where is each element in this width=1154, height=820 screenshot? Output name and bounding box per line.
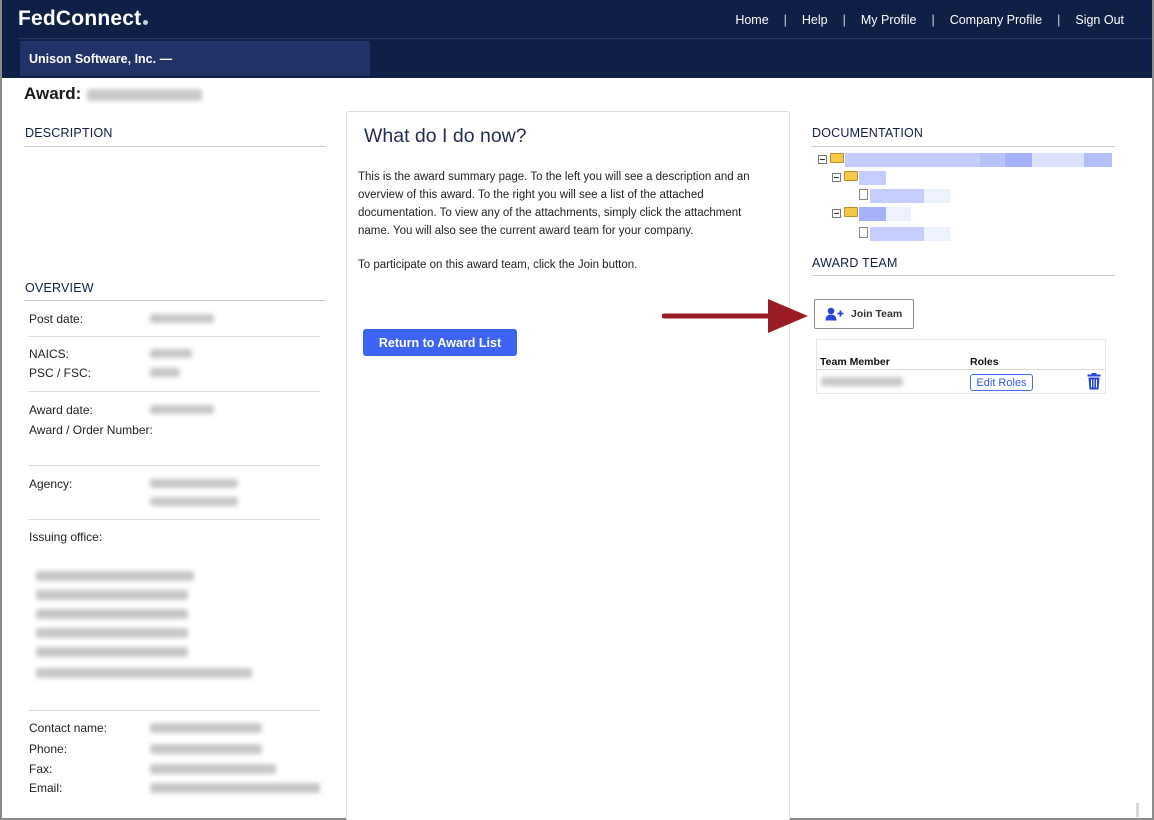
tree-node-redacted xyxy=(1084,153,1112,167)
email-label: Email: xyxy=(29,781,63,795)
tree-leaf-redacted xyxy=(924,189,950,203)
naics-label: NAICS: xyxy=(29,347,70,361)
document-icon xyxy=(859,189,868,200)
folder-icon xyxy=(844,171,858,181)
post-date-value-redacted xyxy=(150,314,214,323)
minus-box-icon[interactable] xyxy=(832,209,841,218)
fedconnect-logo[interactable]: FedConnect xyxy=(18,7,149,31)
column-header-team-member: Team Member xyxy=(820,356,890,368)
tree-node-redacted xyxy=(1005,153,1032,167)
phone-label: Phone: xyxy=(29,742,68,756)
documentation-heading: DOCUMENTATION xyxy=(812,126,924,140)
overview-rule xyxy=(24,300,326,301)
tree-node-redacted xyxy=(980,153,1005,167)
table-header-divider xyxy=(817,369,1105,370)
phone-redacted xyxy=(150,744,262,754)
tree-leaf-redacted[interactable] xyxy=(870,227,924,241)
divider xyxy=(28,519,320,520)
post-date-label: Post date: xyxy=(29,312,84,326)
nav-help[interactable]: Help xyxy=(802,13,828,27)
contact-name-redacted xyxy=(150,723,262,733)
naics-value-redacted xyxy=(150,349,192,358)
award-date-label: Award date: xyxy=(29,403,93,417)
tree-node-redacted xyxy=(1032,153,1084,167)
edit-roles-button[interactable]: Edit Roles xyxy=(970,374,1033,391)
award-team-rule xyxy=(812,275,1115,276)
tree-node-redacted[interactable] xyxy=(859,207,886,221)
psc-fsc-label: PSC / FSC: xyxy=(29,366,92,380)
help-title: What do I do now? xyxy=(364,125,527,147)
issuing-office-line-redacted xyxy=(36,590,188,600)
divider xyxy=(28,465,320,466)
award-id-redacted xyxy=(87,88,203,101)
top-nav: Home | Help | My Profile | Company Profi… xyxy=(735,13,1124,27)
logo-text: FedConnect xyxy=(18,7,142,30)
tree-node-redacted xyxy=(886,207,911,221)
join-team-button[interactable]: Join Team xyxy=(814,299,914,329)
description-rule xyxy=(24,146,326,147)
nav-separator: | xyxy=(783,13,787,27)
divider xyxy=(28,391,320,392)
award-team-heading: AWARD TEAM xyxy=(812,256,898,270)
folder-icon xyxy=(844,207,858,217)
column-header-roles: Roles xyxy=(970,356,999,368)
documentation-rule xyxy=(812,146,1115,147)
minus-box-icon[interactable] xyxy=(832,173,841,182)
award-order-number-label: Award / Order Number: xyxy=(29,423,153,437)
join-team-label: Join Team xyxy=(851,308,903,320)
tree-node-redacted[interactable] xyxy=(859,171,886,185)
document-icon xyxy=(859,227,868,238)
tree-node-redacted[interactable] xyxy=(845,153,980,167)
issuing-office-line-redacted xyxy=(36,609,188,619)
folder-icon xyxy=(830,153,844,163)
agency-value-redacted xyxy=(150,479,238,488)
logo-dot-icon xyxy=(143,20,149,25)
nav-sign-out[interactable]: Sign Out xyxy=(1075,13,1124,27)
return-to-award-list-button[interactable]: Return to Award List xyxy=(363,329,517,356)
scrollbar-indicator[interactable] xyxy=(1136,803,1139,817)
trash-icon[interactable] xyxy=(1087,373,1101,390)
company-name: Unison Software, Inc. — xyxy=(20,41,370,76)
nav-my-profile[interactable]: My Profile xyxy=(861,13,917,27)
contact-name-label: Contact name: xyxy=(29,721,108,735)
nav-separator: | xyxy=(1057,13,1061,27)
psc-fsc-value-redacted xyxy=(150,368,180,377)
award-date-value-redacted xyxy=(150,405,214,414)
agency-value-redacted xyxy=(150,497,238,506)
issuing-office-line-redacted xyxy=(36,647,188,657)
nav-company-profile[interactable]: Company Profile xyxy=(950,13,1042,27)
header-divider xyxy=(18,38,1152,39)
award-label: Award: xyxy=(24,84,82,103)
issuing-office-line-redacted xyxy=(36,571,194,581)
tree-leaf-redacted[interactable] xyxy=(870,189,924,203)
award-title: Award: xyxy=(24,84,203,104)
issuing-office-line-redacted xyxy=(36,668,252,678)
fax-redacted xyxy=(150,764,276,774)
help-card: What do I do now? This is the award summ… xyxy=(346,111,790,820)
help-join-instruction: To participate on this award team, click… xyxy=(358,259,638,271)
agency-label: Agency: xyxy=(29,477,73,491)
description-heading: DESCRIPTION xyxy=(25,126,113,140)
nav-separator: | xyxy=(842,13,846,27)
overview-heading: OVERVIEW xyxy=(25,281,94,295)
user-plus-icon xyxy=(825,307,844,321)
help-paragraph: This is the award summary page. To the l… xyxy=(358,171,750,237)
divider xyxy=(28,336,320,337)
issuing-office-line-redacted xyxy=(36,628,188,638)
fax-label: Fax: xyxy=(29,762,53,776)
callout-arrow-icon xyxy=(662,299,808,333)
email-redacted xyxy=(150,783,320,793)
issuing-office-label: Issuing office: xyxy=(29,530,103,544)
team-member-redacted xyxy=(821,377,903,386)
minus-box-icon[interactable] xyxy=(818,155,827,164)
nav-separator: | xyxy=(931,13,935,27)
top-header: FedConnect Home | Help | My Profile | Co… xyxy=(2,0,1152,78)
divider xyxy=(28,710,320,711)
award-team-table: Team Member Roles Edit Roles xyxy=(816,339,1106,394)
tree-leaf-redacted xyxy=(924,227,950,241)
nav-home[interactable]: Home xyxy=(735,13,768,27)
